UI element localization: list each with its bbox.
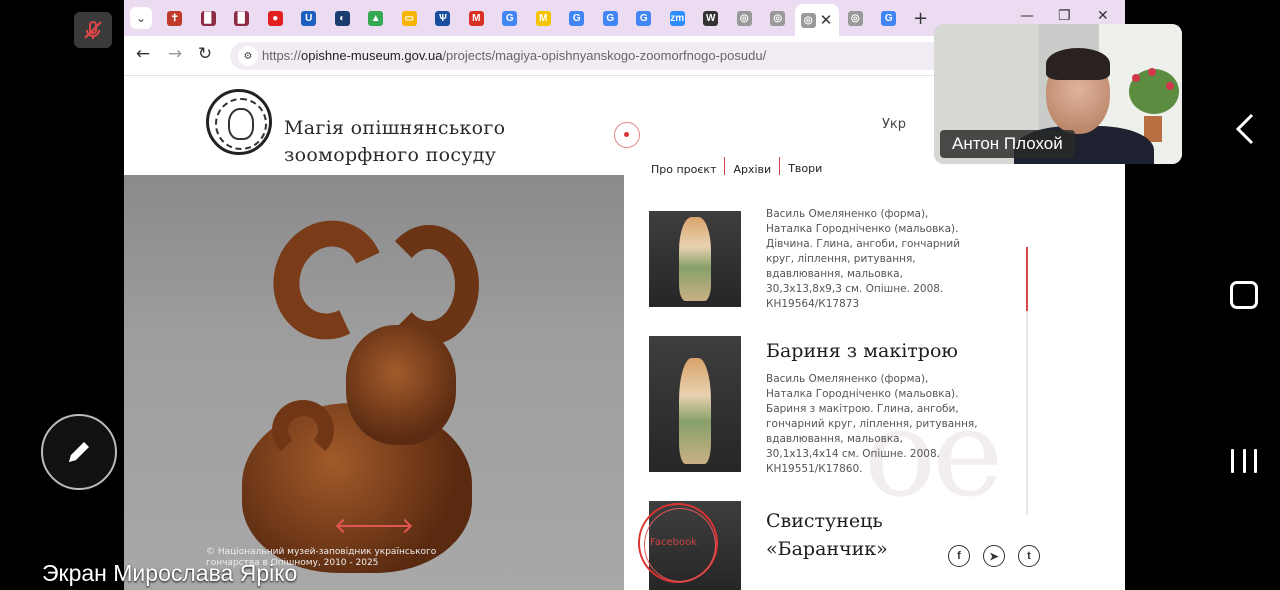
telegram-icon[interactable]: ➤: [983, 545, 1005, 567]
drag-arrows-icon[interactable]: [338, 525, 410, 527]
browser-tab[interactable]: W: [694, 4, 728, 32]
browser-tab[interactable]: ●: [259, 4, 293, 32]
browser-tab[interactable]: ▉: [225, 4, 259, 32]
drive-icon: ▲: [368, 10, 384, 26]
google-icon: G: [881, 10, 897, 26]
language-switch[interactable]: Укр: [882, 117, 906, 132]
browser-tab[interactable]: ✝: [158, 4, 192, 32]
work-title-baranchyk[interactable]: Свистунець «Баранчик»: [766, 507, 926, 563]
half-moon-icon: ◐: [334, 10, 350, 26]
mic-muted-button[interactable]: [74, 12, 112, 48]
participant-video-tile[interactable]: Антон Плохой: [934, 24, 1182, 164]
page-icon: ◎: [800, 12, 816, 28]
browser-tab[interactable]: ◎: [728, 4, 762, 32]
ram-head: [346, 325, 456, 445]
museum-logo[interactable]: [206, 89, 272, 155]
works-list: ое Василь Омеляненко (форма), Наталка Го…: [624, 175, 1125, 590]
site-title[interactable]: Магія опішнянського зооморфного посуду: [284, 115, 505, 169]
japan-flag-icon: ●: [267, 10, 283, 26]
browser-tab[interactable]: G: [627, 4, 661, 32]
work-image-barynia[interactable]: [649, 336, 741, 472]
browser-tab[interactable]: Ѱ: [426, 4, 460, 32]
ram-small-horn: [272, 400, 334, 460]
browser-tab[interactable]: G: [872, 4, 906, 32]
work-desc-barynia: Василь Омеляненко (форма), Наталка Город…: [766, 373, 978, 475]
browser-tab[interactable]: ◐: [326, 4, 360, 32]
new-tab-button[interactable]: +: [906, 8, 936, 29]
site-info-icon[interactable]: ⚙: [238, 46, 258, 66]
browser-tab[interactable]: ▲: [359, 4, 393, 32]
browser-tab[interactable]: G: [560, 4, 594, 32]
plus-icon: +: [912, 7, 929, 29]
video-flower: [1166, 82, 1174, 90]
work-image-divchyna[interactable]: [649, 211, 741, 307]
browser-tab[interactable]: G: [594, 4, 628, 32]
video-flower: [1132, 74, 1140, 82]
ukr-icon: U: [301, 10, 317, 26]
work-title-barynia[interactable]: Бариня з макітрою: [766, 337, 958, 365]
mic-off-icon: [84, 21, 102, 39]
url-text[interactable]: https://opishne-museum.gov.ua/projects/m…: [262, 48, 766, 63]
figurine-shape: [679, 217, 711, 301]
browser-tab[interactable]: G: [493, 4, 527, 32]
menu-dot-button[interactable]: [614, 122, 640, 148]
cross-icon: ✝: [167, 10, 183, 26]
browser-tab[interactable]: M: [527, 4, 561, 32]
browser-tab[interactable]: zm: [661, 4, 695, 32]
zoom-icon: zm: [669, 10, 685, 26]
wikipedia-icon: W: [703, 10, 719, 26]
browser-tab[interactable]: ▉: [192, 4, 226, 32]
minimize-button[interactable]: —: [1020, 8, 1034, 24]
ua-crest-icon: Ѱ: [435, 10, 451, 26]
page-icon: ◎: [770, 10, 786, 26]
google-icon: G: [502, 10, 518, 26]
book-icon: ▉: [234, 10, 250, 26]
back-arrow-icon[interactable]: ←: [132, 44, 154, 64]
browser-tab[interactable]: ▭: [393, 4, 427, 32]
google-icon: G: [569, 10, 585, 26]
page-icon: ◎: [847, 10, 863, 26]
chevron-down-icon: ⌄: [135, 11, 147, 25]
facebook-label: Facebook: [650, 537, 697, 548]
tab-search-button[interactable]: ⌄: [130, 7, 152, 29]
url-scheme: https://: [262, 48, 302, 63]
browser-tab[interactable]: ◎ ✕: [794, 4, 839, 36]
forward-arrow-icon[interactable]: →: [164, 44, 186, 64]
google-icon: G: [636, 10, 652, 26]
participant-name: Антон Плохой: [940, 130, 1075, 158]
google-icon: G: [602, 10, 618, 26]
participant-hair: [1046, 48, 1110, 80]
video-flower: [1148, 68, 1156, 76]
slides-icon: ▭: [401, 10, 417, 26]
browser-tab[interactable]: ◎: [839, 4, 873, 32]
annotate-button[interactable]: [41, 414, 117, 490]
screen-share-label: Экран Мирослава Ярiко: [42, 560, 298, 586]
book-icon: ▉: [200, 10, 216, 26]
facebook-icon[interactable]: f: [948, 545, 970, 567]
home-nav-icon[interactable]: [1230, 281, 1258, 309]
twitter-icon[interactable]: t: [1018, 545, 1040, 567]
url-path: /projects/magiya-opishnyanskogo-zoomorfn…: [442, 48, 767, 63]
pencil-icon: [69, 442, 89, 462]
browser-tab[interactable]: M: [460, 4, 494, 32]
close-tab-icon[interactable]: ✕: [820, 11, 833, 29]
meeting-stage: ⌄ ✝ ▉ ▉ ● U ◐ ▲ ▭ Ѱ M G M G G Gzm W ◎ ◎ ◎ ✕ ◎ G + — ❐ ✕ ← → ↻…: [0, 0, 1280, 590]
figurine-shape: [679, 358, 711, 464]
scrollbar-thumb[interactable]: [1026, 247, 1028, 311]
back-nav-icon[interactable]: [1232, 112, 1258, 146]
reload-icon[interactable]: ↻: [194, 44, 216, 64]
url-domain: opishne-museum.gov.ua: [301, 48, 443, 63]
restore-button[interactable]: ❐: [1058, 8, 1071, 24]
browser-tab[interactable]: ◎: [761, 4, 795, 32]
work-desc-divchyna: Василь Омеляненко (форма), Наталка Город…: [766, 208, 961, 310]
recent-apps-nav-icon[interactable]: [1231, 449, 1257, 473]
page-icon: ◎: [736, 10, 752, 26]
miro-icon: M: [535, 10, 551, 26]
browser-tab[interactable]: U: [292, 4, 326, 32]
site-title-line2: зооморфного посуду: [284, 144, 497, 166]
gmail-icon: M: [468, 10, 484, 26]
close-window-button[interactable]: ✕: [1097, 8, 1109, 24]
hero-ram-image: © Національний музей-заповідник українсь…: [124, 175, 624, 590]
site-title-line1: Магія опішнянського: [284, 117, 506, 139]
